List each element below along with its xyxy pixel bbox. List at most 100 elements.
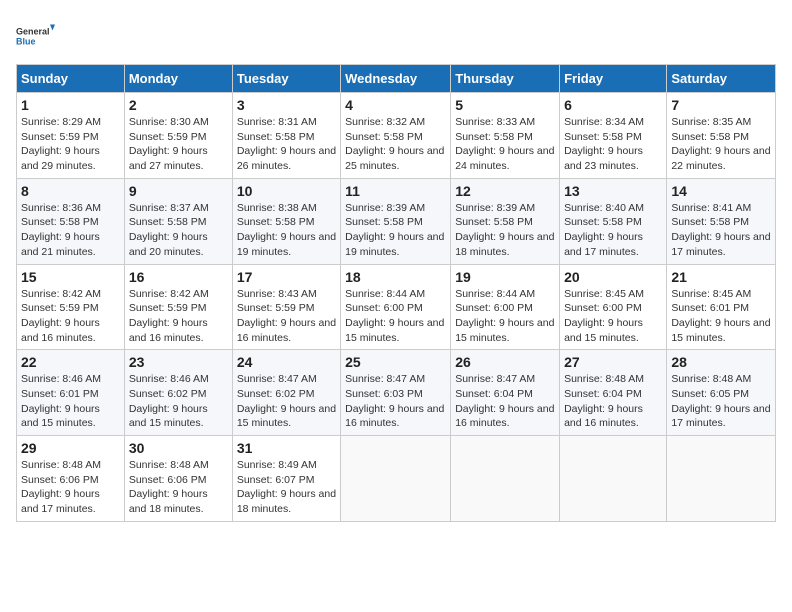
logo: General Blue (16, 16, 56, 56)
day-number: 22 (21, 354, 120, 370)
day-info: Sunrise: 8:48 AMSunset: 6:05 PMDaylight:… (671, 372, 771, 431)
day-info: Sunrise: 8:34 AMSunset: 5:58 PMDaylight:… (564, 115, 662, 174)
day-info: Sunrise: 8:45 AMSunset: 6:00 PMDaylight:… (564, 287, 662, 346)
day-cell-31: 31 Sunrise: 8:49 AMSunset: 6:07 PMDaylig… (232, 436, 340, 522)
day-number: 21 (671, 269, 771, 285)
calendar-week-2: 15 Sunrise: 8:42 AMSunset: 5:59 PMDaylig… (17, 264, 776, 350)
day-number: 31 (237, 440, 336, 456)
day-cell-17: 17 Sunrise: 8:43 AMSunset: 5:59 PMDaylig… (232, 264, 340, 350)
day-number: 25 (345, 354, 446, 370)
day-info: Sunrise: 8:35 AMSunset: 5:58 PMDaylight:… (671, 115, 771, 174)
day-info: Sunrise: 8:37 AMSunset: 5:58 PMDaylight:… (129, 201, 228, 260)
day-info: Sunrise: 8:30 AMSunset: 5:59 PMDaylight:… (129, 115, 228, 174)
weekday-header-saturday: Saturday (667, 65, 776, 93)
day-number: 24 (237, 354, 336, 370)
day-cell-8: 8 Sunrise: 8:36 AMSunset: 5:58 PMDayligh… (17, 178, 125, 264)
day-info: Sunrise: 8:39 AMSunset: 5:58 PMDaylight:… (345, 201, 446, 260)
day-cell-24: 24 Sunrise: 8:47 AMSunset: 6:02 PMDaylig… (232, 350, 340, 436)
day-cell-23: 23 Sunrise: 8:46 AMSunset: 6:02 PMDaylig… (124, 350, 232, 436)
day-cell-25: 25 Sunrise: 8:47 AMSunset: 6:03 PMDaylig… (341, 350, 451, 436)
day-info: Sunrise: 8:33 AMSunset: 5:58 PMDaylight:… (455, 115, 555, 174)
day-number: 16 (129, 269, 228, 285)
day-number: 19 (455, 269, 555, 285)
day-number: 15 (21, 269, 120, 285)
day-info: Sunrise: 8:49 AMSunset: 6:07 PMDaylight:… (237, 458, 336, 517)
day-info: Sunrise: 8:47 AMSunset: 6:02 PMDaylight:… (237, 372, 336, 431)
day-cell-11: 11 Sunrise: 8:39 AMSunset: 5:58 PMDaylig… (341, 178, 451, 264)
day-info: Sunrise: 8:42 AMSunset: 5:59 PMDaylight:… (21, 287, 120, 346)
day-cell-1: 1 Sunrise: 8:29 AMSunset: 5:59 PMDayligh… (17, 93, 125, 179)
weekday-header-friday: Friday (560, 65, 667, 93)
day-cell-19: 19 Sunrise: 8:44 AMSunset: 6:00 PMDaylig… (451, 264, 560, 350)
day-cell-6: 6 Sunrise: 8:34 AMSunset: 5:58 PMDayligh… (560, 93, 667, 179)
day-number: 5 (455, 97, 555, 113)
day-number: 29 (21, 440, 120, 456)
day-info: Sunrise: 8:46 AMSunset: 6:01 PMDaylight:… (21, 372, 120, 431)
day-info: Sunrise: 8:44 AMSunset: 6:00 PMDaylight:… (345, 287, 446, 346)
day-cell-29: 29 Sunrise: 8:48 AMSunset: 6:06 PMDaylig… (17, 436, 125, 522)
day-number: 7 (671, 97, 771, 113)
day-number: 23 (129, 354, 228, 370)
day-number: 11 (345, 183, 446, 199)
day-cell-15: 15 Sunrise: 8:42 AMSunset: 5:59 PMDaylig… (17, 264, 125, 350)
day-number: 2 (129, 97, 228, 113)
weekday-header-wednesday: Wednesday (341, 65, 451, 93)
logo-icon: General Blue (16, 16, 56, 56)
day-number: 26 (455, 354, 555, 370)
day-cell-26: 26 Sunrise: 8:47 AMSunset: 6:04 PMDaylig… (451, 350, 560, 436)
day-cell-18: 18 Sunrise: 8:44 AMSunset: 6:00 PMDaylig… (341, 264, 451, 350)
day-info: Sunrise: 8:41 AMSunset: 5:58 PMDaylight:… (671, 201, 771, 260)
day-number: 3 (237, 97, 336, 113)
day-cell-27: 27 Sunrise: 8:48 AMSunset: 6:04 PMDaylig… (560, 350, 667, 436)
weekday-header-sunday: Sunday (17, 65, 125, 93)
calendar-week-0: 1 Sunrise: 8:29 AMSunset: 5:59 PMDayligh… (17, 93, 776, 179)
empty-day-cell (560, 436, 667, 522)
day-info: Sunrise: 8:40 AMSunset: 5:58 PMDaylight:… (564, 201, 662, 260)
day-number: 1 (21, 97, 120, 113)
day-number: 20 (564, 269, 662, 285)
day-number: 18 (345, 269, 446, 285)
day-cell-21: 21 Sunrise: 8:45 AMSunset: 6:01 PMDaylig… (667, 264, 776, 350)
day-number: 6 (564, 97, 662, 113)
day-number: 8 (21, 183, 120, 199)
day-cell-12: 12 Sunrise: 8:39 AMSunset: 5:58 PMDaylig… (451, 178, 560, 264)
day-number: 28 (671, 354, 771, 370)
day-cell-13: 13 Sunrise: 8:40 AMSunset: 5:58 PMDaylig… (560, 178, 667, 264)
calendar-week-3: 22 Sunrise: 8:46 AMSunset: 6:01 PMDaylig… (17, 350, 776, 436)
day-number: 4 (345, 97, 446, 113)
day-number: 27 (564, 354, 662, 370)
day-info: Sunrise: 8:47 AMSunset: 6:04 PMDaylight:… (455, 372, 555, 431)
day-cell-4: 4 Sunrise: 8:32 AMSunset: 5:58 PMDayligh… (341, 93, 451, 179)
day-info: Sunrise: 8:48 AMSunset: 6:04 PMDaylight:… (564, 372, 662, 431)
calendar-table: SundayMondayTuesdayWednesdayThursdayFrid… (16, 64, 776, 522)
day-info: Sunrise: 8:48 AMSunset: 6:06 PMDaylight:… (129, 458, 228, 517)
calendar-week-1: 8 Sunrise: 8:36 AMSunset: 5:58 PMDayligh… (17, 178, 776, 264)
svg-text:General: General (16, 27, 50, 37)
day-info: Sunrise: 8:48 AMSunset: 6:06 PMDaylight:… (21, 458, 120, 517)
day-cell-14: 14 Sunrise: 8:41 AMSunset: 5:58 PMDaylig… (667, 178, 776, 264)
day-number: 17 (237, 269, 336, 285)
day-cell-10: 10 Sunrise: 8:38 AMSunset: 5:58 PMDaylig… (232, 178, 340, 264)
day-cell-28: 28 Sunrise: 8:48 AMSunset: 6:05 PMDaylig… (667, 350, 776, 436)
day-number: 14 (671, 183, 771, 199)
calendar-week-4: 29 Sunrise: 8:48 AMSunset: 6:06 PMDaylig… (17, 436, 776, 522)
day-info: Sunrise: 8:45 AMSunset: 6:01 PMDaylight:… (671, 287, 771, 346)
day-info: Sunrise: 8:42 AMSunset: 5:59 PMDaylight:… (129, 287, 228, 346)
day-info: Sunrise: 8:36 AMSunset: 5:58 PMDaylight:… (21, 201, 120, 260)
empty-day-cell (341, 436, 451, 522)
day-info: Sunrise: 8:44 AMSunset: 6:00 PMDaylight:… (455, 287, 555, 346)
day-info: Sunrise: 8:46 AMSunset: 6:02 PMDaylight:… (129, 372, 228, 431)
weekday-header-tuesday: Tuesday (232, 65, 340, 93)
day-number: 10 (237, 183, 336, 199)
day-info: Sunrise: 8:43 AMSunset: 5:59 PMDaylight:… (237, 287, 336, 346)
day-cell-9: 9 Sunrise: 8:37 AMSunset: 5:58 PMDayligh… (124, 178, 232, 264)
day-number: 12 (455, 183, 555, 199)
day-cell-2: 2 Sunrise: 8:30 AMSunset: 5:59 PMDayligh… (124, 93, 232, 179)
day-info: Sunrise: 8:38 AMSunset: 5:58 PMDaylight:… (237, 201, 336, 260)
day-number: 30 (129, 440, 228, 456)
day-cell-30: 30 Sunrise: 8:48 AMSunset: 6:06 PMDaylig… (124, 436, 232, 522)
day-info: Sunrise: 8:32 AMSunset: 5:58 PMDaylight:… (345, 115, 446, 174)
day-info: Sunrise: 8:31 AMSunset: 5:58 PMDaylight:… (237, 115, 336, 174)
empty-day-cell (451, 436, 560, 522)
day-cell-3: 3 Sunrise: 8:31 AMSunset: 5:58 PMDayligh… (232, 93, 340, 179)
